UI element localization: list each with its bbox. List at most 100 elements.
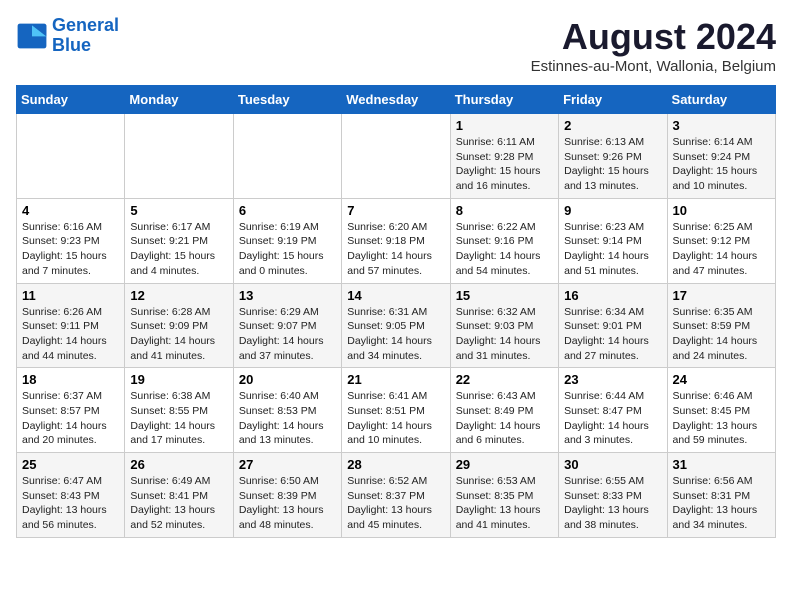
day-number: 11 — [22, 288, 119, 303]
day-cell: 2 Sunrise: 6:13 AMSunset: 9:26 PMDaylight… — [559, 114, 667, 199]
day-cell: 1 Sunrise: 6:11 AMSunset: 9:28 PMDaylight… — [450, 114, 558, 199]
day-info: Sunrise: 6:32 AMSunset: 9:03 PMDaylight:… — [456, 305, 553, 364]
day-info: Sunrise: 6:43 AMSunset: 8:49 PMDaylight:… — [456, 389, 553, 448]
day-info: Sunrise: 6:56 AMSunset: 8:31 PMDaylight:… — [673, 474, 770, 533]
day-cell: 16Sunrise: 6:34 AMSunset: 9:01 PMDayligh… — [559, 283, 667, 368]
day-cell: 6 Sunrise: 6:19 AMSunset: 9:19 PMDaylight… — [233, 198, 341, 283]
day-info: Sunrise: 6:29 AMSunset: 9:07 PMDaylight:… — [239, 305, 336, 364]
header-tuesday: Tuesday — [233, 86, 341, 114]
day-number: 4 — [22, 203, 119, 218]
day-info: Sunrise: 6:28 AMSunset: 9:09 PMDaylight:… — [130, 305, 227, 364]
day-cell: 5 Sunrise: 6:17 AMSunset: 9:21 PMDaylight… — [125, 198, 233, 283]
day-info: Sunrise: 6:26 AMSunset: 9:11 PMDaylight:… — [22, 305, 119, 364]
day-info: Sunrise: 6:34 AMSunset: 9:01 PMDaylight:… — [564, 305, 661, 364]
day-info: Sunrise: 6:25 AMSunset: 9:12 PMDaylight:… — [673, 220, 770, 279]
header-sunday: Sunday — [17, 86, 125, 114]
day-info: Sunrise: 6:47 AMSunset: 8:43 PMDaylight:… — [22, 474, 119, 533]
day-cell: 18 Sunrise: 6:37 AMSunset: 8:57 PMDayligh… — [17, 368, 125, 453]
day-number: 28 — [347, 457, 444, 472]
header-monday: Monday — [125, 86, 233, 114]
day-cell: 12 Sunrise: 6:28 AMSunset: 9:09 PMDayligh… — [125, 283, 233, 368]
header-thursday: Thursday — [450, 86, 558, 114]
day-cell: 31 Sunrise: 6:56 AMSunset: 8:31 PMDayligh… — [667, 453, 775, 538]
day-info: Sunrise: 6:16 AMSunset: 9:23 PMDaylight:… — [22, 220, 119, 279]
day-info: Sunrise: 6:44 AMSunset: 8:47 PMDaylight:… — [564, 389, 661, 448]
logo-icon — [16, 22, 48, 50]
week-row-5: 25 Sunrise: 6:47 AMSunset: 8:43 PMDayligh… — [17, 453, 776, 538]
day-number: 15 — [456, 288, 553, 303]
day-cell: 19 Sunrise: 6:38 AMSunset: 8:55 PMDayligh… — [125, 368, 233, 453]
day-cell — [17, 114, 125, 199]
day-info: Sunrise: 6:31 AMSunset: 9:05 PMDaylight:… — [347, 305, 444, 364]
day-info: Sunrise: 6:19 AMSunset: 9:19 PMDaylight:… — [239, 220, 336, 279]
logo: General Blue — [16, 16, 119, 56]
day-info: Sunrise: 6:35 AMSunset: 8:59 PMDaylight:… — [673, 305, 770, 364]
day-cell: 25 Sunrise: 6:47 AMSunset: 8:43 PMDayligh… — [17, 453, 125, 538]
day-info: Sunrise: 6:14 AMSunset: 9:24 PMDaylight:… — [673, 135, 770, 194]
day-number: 5 — [130, 203, 227, 218]
day-cell: 15 Sunrise: 6:32 AMSunset: 9:03 PMDayligh… — [450, 283, 558, 368]
day-info: Sunrise: 6:37 AMSunset: 8:57 PMDaylight:… — [22, 389, 119, 448]
day-cell: 10 Sunrise: 6:25 AMSunset: 9:12 PMDayligh… — [667, 198, 775, 283]
day-info: Sunrise: 6:55 AMSunset: 8:33 PMDaylight:… — [564, 474, 661, 533]
logo-line1: General — [52, 15, 119, 35]
day-number: 14 — [347, 288, 444, 303]
day-cell: 28Sunrise: 6:52 AMSunset: 8:37 PMDayligh… — [342, 453, 450, 538]
day-cell: 13Sunrise: 6:29 AMSunset: 9:07 PMDayligh… — [233, 283, 341, 368]
day-cell — [125, 114, 233, 199]
day-cell: 17 Sunrise: 6:35 AMSunset: 8:59 PMDayligh… — [667, 283, 775, 368]
day-cell: 29 Sunrise: 6:53 AMSunset: 8:35 PMDayligh… — [450, 453, 558, 538]
calendar-title: August 2024 — [531, 16, 776, 58]
day-number: 10 — [673, 203, 770, 218]
day-info: Sunrise: 6:40 AMSunset: 8:53 PMDaylight:… — [239, 389, 336, 448]
header-friday: Friday — [559, 86, 667, 114]
day-cell: 30 Sunrise: 6:55 AMSunset: 8:33 PMDayligh… — [559, 453, 667, 538]
day-cell: 14 Sunrise: 6:31 AMSunset: 9:05 PMDayligh… — [342, 283, 450, 368]
day-number: 19 — [130, 372, 227, 387]
week-row-3: 11 Sunrise: 6:26 AMSunset: 9:11 PMDayligh… — [17, 283, 776, 368]
day-number: 23 — [564, 372, 661, 387]
header-saturday: Saturday — [667, 86, 775, 114]
logo-text: General Blue — [52, 16, 119, 56]
day-number: 30 — [564, 457, 661, 472]
day-number: 29 — [456, 457, 553, 472]
day-info: Sunrise: 6:17 AMSunset: 9:21 PMDaylight:… — [130, 220, 227, 279]
week-row-4: 18 Sunrise: 6:37 AMSunset: 8:57 PMDayligh… — [17, 368, 776, 453]
day-number: 22 — [456, 372, 553, 387]
week-row-1: 1 Sunrise: 6:11 AMSunset: 9:28 PMDaylight… — [17, 114, 776, 199]
day-number: 24 — [673, 372, 770, 387]
day-number: 1 — [456, 118, 553, 133]
day-info: Sunrise: 6:38 AMSunset: 8:55 PMDaylight:… — [130, 389, 227, 448]
title-block: August 2024 Estinnes-au-Mont, Wallonia, … — [531, 16, 776, 75]
day-cell: 11 Sunrise: 6:26 AMSunset: 9:11 PMDayligh… — [17, 283, 125, 368]
day-cell: 26 Sunrise: 6:49 AMSunset: 8:41 PMDayligh… — [125, 453, 233, 538]
day-number: 12 — [130, 288, 227, 303]
day-info: Sunrise: 6:20 AMSunset: 9:18 PMDaylight:… — [347, 220, 444, 279]
day-cell: 3Sunrise: 6:14 AMSunset: 9:24 PMDaylight… — [667, 114, 775, 199]
day-info: Sunrise: 6:22 AMSunset: 9:16 PMDaylight:… — [456, 220, 553, 279]
day-number: 7 — [347, 203, 444, 218]
day-info: Sunrise: 6:11 AMSunset: 9:28 PMDaylight:… — [456, 135, 553, 194]
day-cell: 7 Sunrise: 6:20 AMSunset: 9:18 PMDaylight… — [342, 198, 450, 283]
day-number: 25 — [22, 457, 119, 472]
day-info: Sunrise: 6:49 AMSunset: 8:41 PMDaylight:… — [130, 474, 227, 533]
day-number: 27 — [239, 457, 336, 472]
day-number: 21 — [347, 372, 444, 387]
day-number: 26 — [130, 457, 227, 472]
day-info: Sunrise: 6:23 AMSunset: 9:14 PMDaylight:… — [564, 220, 661, 279]
day-info: Sunrise: 6:53 AMSunset: 8:35 PMDaylight:… — [456, 474, 553, 533]
logo-line2: Blue — [52, 35, 91, 55]
day-number: 6 — [239, 203, 336, 218]
day-info: Sunrise: 6:50 AMSunset: 8:39 PMDaylight:… — [239, 474, 336, 533]
day-info: Sunrise: 6:46 AMSunset: 8:45 PMDaylight:… — [673, 389, 770, 448]
calendar-subtitle: Estinnes-au-Mont, Wallonia, Belgium — [531, 58, 776, 75]
day-number: 18 — [22, 372, 119, 387]
calendar-header-row: SundayMondayTuesdayWednesdayThursdayFrid… — [17, 86, 776, 114]
week-row-2: 4 Sunrise: 6:16 AMSunset: 9:23 PMDaylight… — [17, 198, 776, 283]
day-number: 17 — [673, 288, 770, 303]
day-number: 31 — [673, 457, 770, 472]
day-cell: 9Sunrise: 6:23 AMSunset: 9:14 PMDaylight… — [559, 198, 667, 283]
day-info: Sunrise: 6:13 AMSunset: 9:26 PMDaylight:… — [564, 135, 661, 194]
day-number: 2 — [564, 118, 661, 133]
day-cell: 21Sunrise: 6:41 AMSunset: 8:51 PMDayligh… — [342, 368, 450, 453]
